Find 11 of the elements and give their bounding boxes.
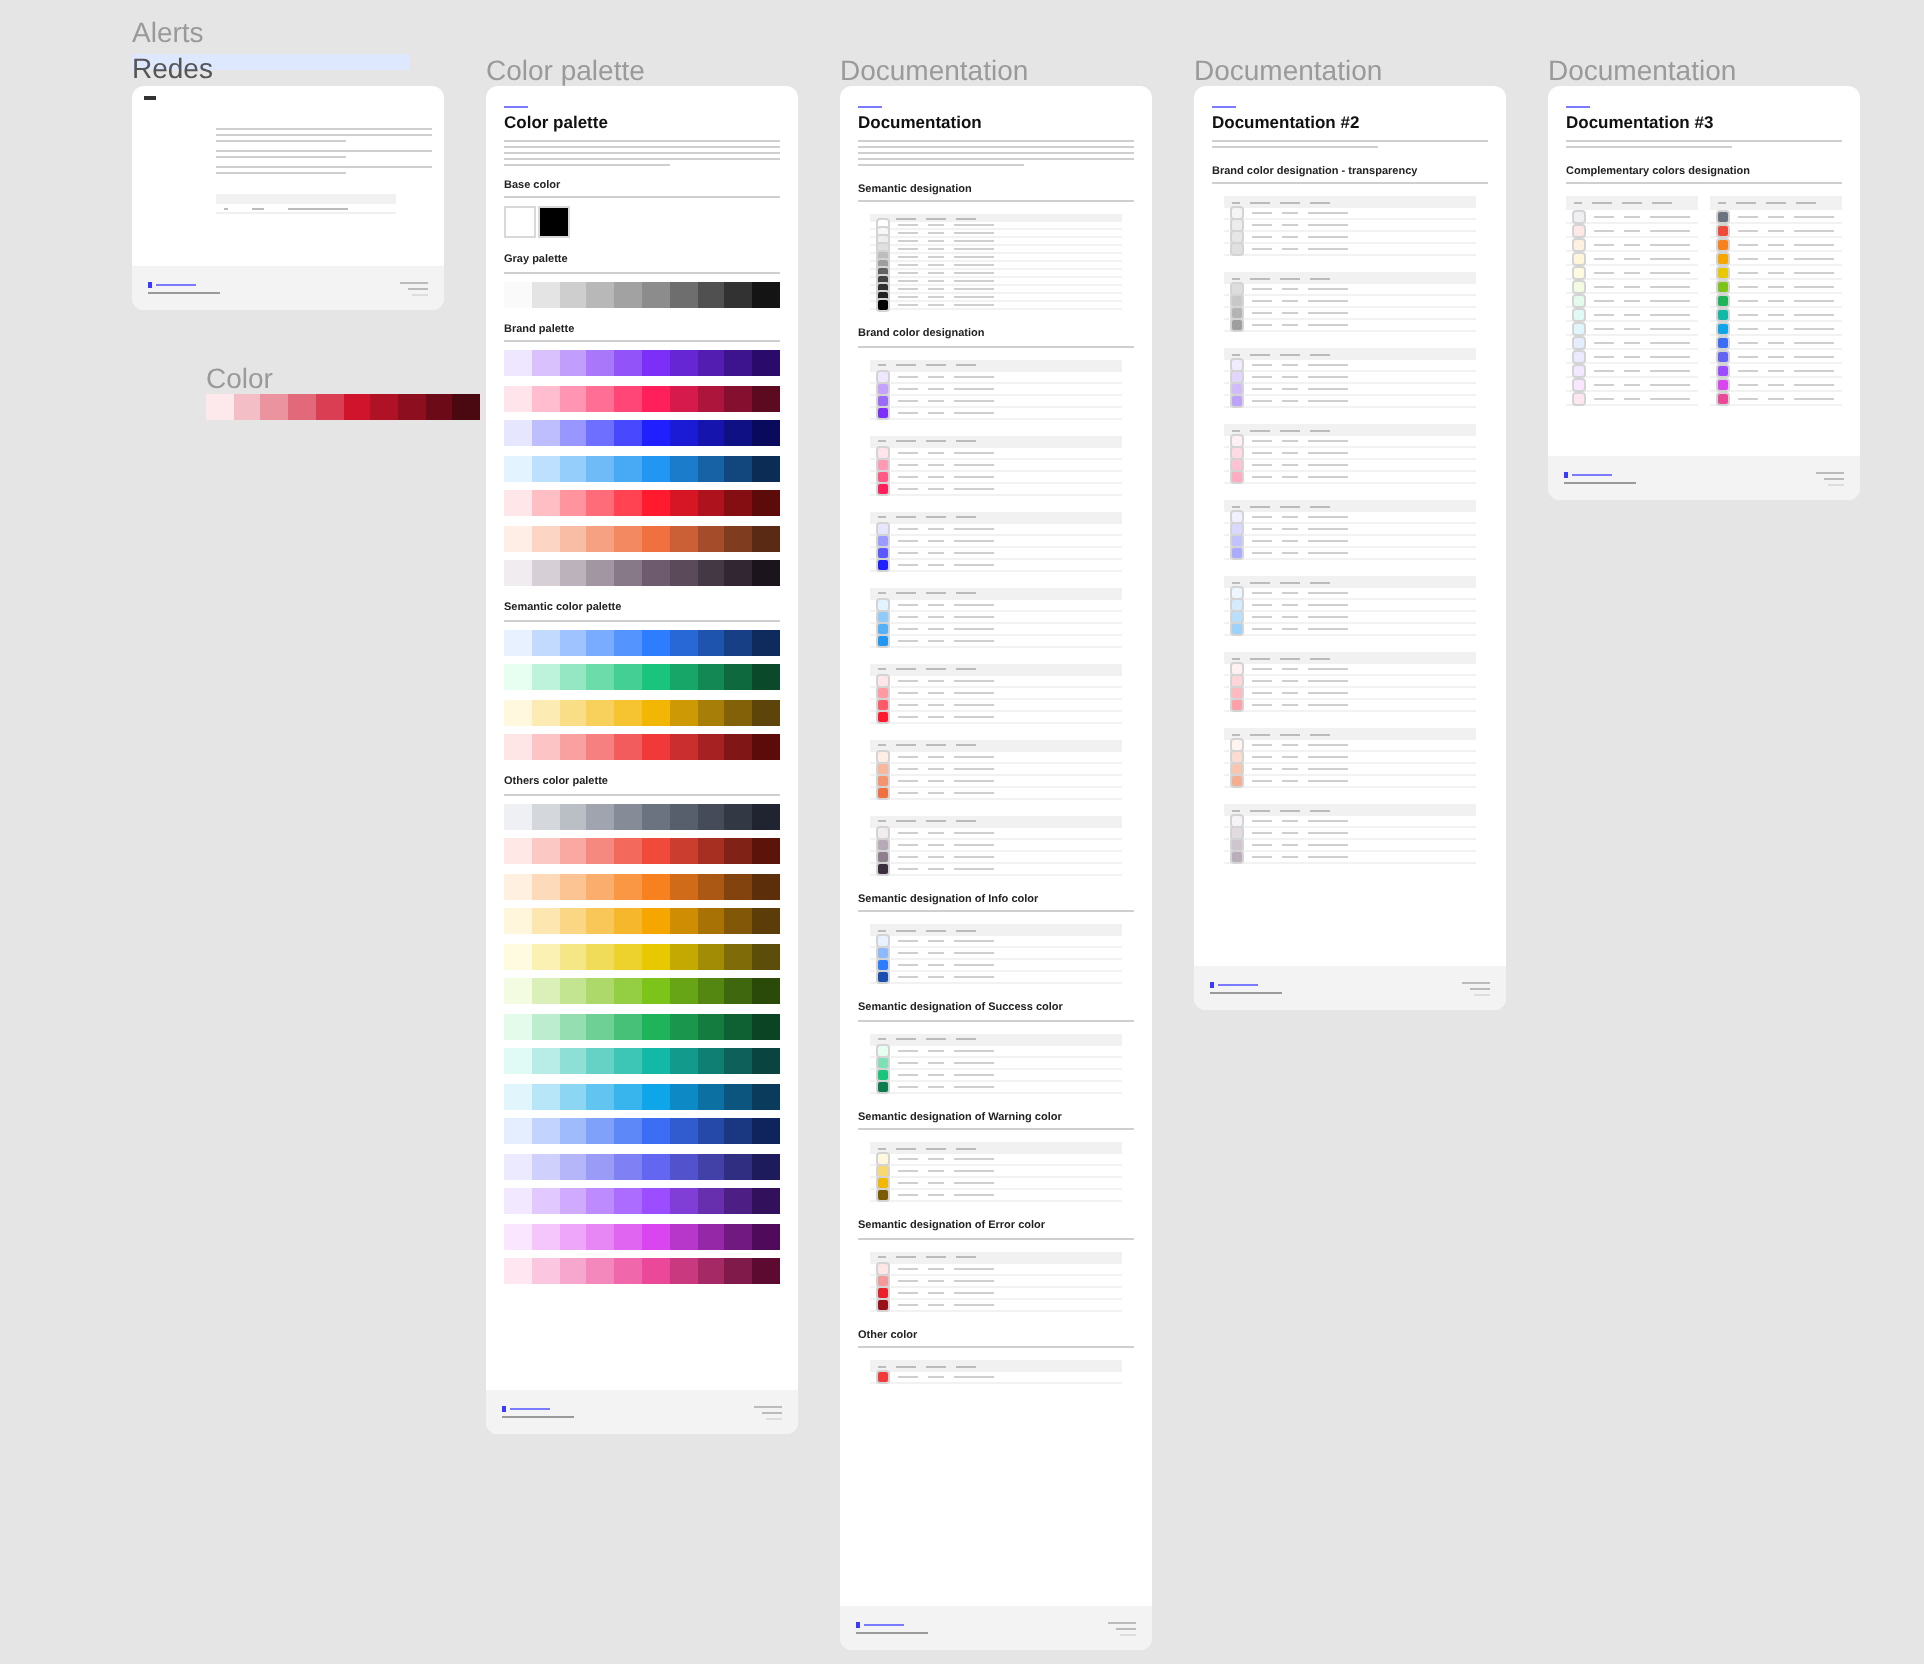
frame-label[interactable]: Color palette	[486, 56, 645, 84]
frame-label[interactable]: Documentation	[1548, 56, 1737, 84]
frame-label[interactable]: Alerts	[132, 18, 204, 46]
frame-title: Documentation	[858, 114, 984, 131]
frame-label[interactable]: Documentation	[840, 56, 1029, 84]
frame-label[interactable]: Documentation	[1194, 56, 1383, 84]
frame-title: Documentation #2	[1212, 114, 1362, 131]
frame-title: Color palette	[504, 114, 610, 131]
frame-label[interactable]: Redes	[132, 54, 213, 82]
frame-title: Documentation #3	[1566, 114, 1716, 131]
frame-label[interactable]: Color	[206, 364, 273, 392]
